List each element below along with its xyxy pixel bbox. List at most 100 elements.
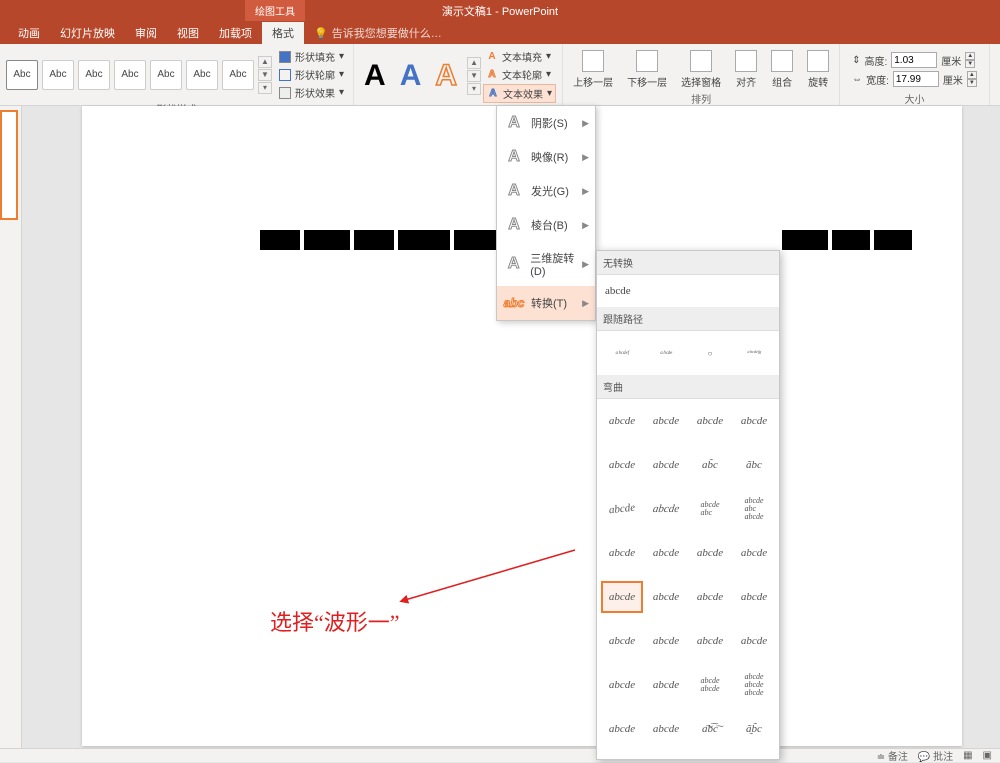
width-down[interactable]: ▼: [967, 79, 977, 87]
shape-selection[interactable]: [260, 230, 496, 250]
shape-outline-button[interactable]: 形状轮廓 ▾: [276, 66, 347, 83]
rotate-button[interactable]: 旋转: [803, 48, 833, 91]
warp-r9c3[interactable]: abcde: [689, 757, 731, 760]
shape-selection-right[interactable]: [782, 230, 912, 250]
view-normal-icon[interactable]: ▦: [963, 750, 972, 761]
text-effects-button[interactable]: A文本效果 ▾: [483, 84, 556, 103]
warp-r2c1[interactable]: abcde: [601, 449, 643, 481]
slide-thumbnail-1[interactable]: [0, 110, 18, 220]
warp-r2c3[interactable]: ab̃c: [689, 449, 731, 481]
tab-animation[interactable]: 动画: [8, 21, 50, 45]
warp-r6c3[interactable]: abcde: [689, 625, 731, 657]
warp-r4c4[interactable]: abcde: [733, 537, 775, 569]
height-down[interactable]: ▼: [965, 60, 975, 68]
transform-option-none[interactable]: abcde: [597, 275, 779, 307]
shape-style-2[interactable]: Abc: [42, 60, 74, 90]
group-button[interactable]: 组合: [767, 48, 797, 91]
view-sorter-icon[interactable]: ▣: [983, 750, 992, 761]
slide-thumbnails-panel[interactable]: [0, 106, 22, 748]
wordart-gallery[interactable]: A A A ▲▼▾: [360, 57, 481, 95]
align-button[interactable]: 对齐: [731, 48, 761, 91]
text-shape-part[interactable]: [874, 230, 912, 250]
text-fill-button[interactable]: A文本填充 ▾: [483, 48, 556, 65]
wordart-more[interactable]: ▲▼▾: [467, 57, 481, 95]
warp-r4c2[interactable]: abcde: [645, 537, 687, 569]
tell-me-search[interactable]: 💡 告诉我您想要做什么…: [314, 25, 442, 41]
shape-style-more[interactable]: ▲▼▾: [258, 56, 272, 94]
tab-format[interactable]: 格式: [262, 21, 304, 45]
fx-3drotation[interactable]: A三维旋转(D)▶: [497, 242, 595, 286]
shape-style-1[interactable]: Abc: [6, 60, 38, 90]
transform-path-1[interactable]: ᵃᵇᶜᵈᵉᶠ: [601, 337, 643, 369]
fx-transform[interactable]: abc转换(T)▶: [497, 286, 595, 320]
warp-r9c4[interactable]: abcde: [733, 757, 775, 760]
height-input[interactable]: [891, 52, 937, 68]
warp-r8c4[interactable]: ã̰b̃c: [733, 713, 775, 745]
fx-reflection[interactable]: A映像(R)▶: [497, 140, 595, 174]
warp-r3c4[interactable]: abcdeabcabcde: [733, 493, 775, 525]
shape-style-7[interactable]: Abc: [222, 60, 254, 90]
fx-glow[interactable]: A发光(G)▶: [497, 174, 595, 208]
text-outline-button[interactable]: A文本轮廓 ▾: [483, 66, 556, 83]
shape-style-3[interactable]: Abc: [78, 60, 110, 90]
warp-r6c2[interactable]: abcde: [645, 625, 687, 657]
transform-path-2[interactable]: ᵃᵇᶜᵈᵉ: [645, 337, 687, 369]
warp-r5c4[interactable]: abcde: [733, 581, 775, 613]
shape-style-5[interactable]: Abc: [150, 60, 182, 90]
warp-r3c2[interactable]: abcde: [643, 493, 689, 525]
warp-r8c3[interactable]: a͠b͠c͠: [689, 713, 731, 745]
shape-effects-button[interactable]: 形状效果 ▾: [276, 84, 347, 101]
warp-r2c2[interactable]: abcde: [645, 449, 687, 481]
warp-r7c2[interactable]: abcde: [645, 669, 687, 701]
warp-wave1[interactable]: abcde: [601, 581, 643, 613]
warp-r5c3[interactable]: abcde: [689, 581, 731, 613]
height-up[interactable]: ▲: [965, 52, 975, 60]
wordart-style-2[interactable]: A: [396, 59, 426, 93]
text-shape-part[interactable]: [398, 230, 450, 250]
warp-r1c2[interactable]: abcde: [645, 405, 687, 437]
send-backward-button[interactable]: 下移一层: [623, 48, 671, 91]
warp-r9c2[interactable]: abcde: [645, 757, 687, 760]
selection-pane-button[interactable]: 选择窗格: [677, 48, 725, 91]
warp-r1c3[interactable]: abcde: [689, 405, 731, 437]
warp-r7c1[interactable]: abcde: [601, 669, 643, 701]
tab-review[interactable]: 审阅: [125, 21, 167, 45]
warp-r3c3[interactable]: abcdeabc: [689, 493, 731, 525]
warp-r1c1[interactable]: abcde: [601, 405, 643, 437]
shape-style-gallery[interactable]: Abc Abc Abc Abc Abc Abc Abc ▲▼▾: [6, 56, 272, 94]
wordart-style-1[interactable]: A: [360, 59, 390, 93]
text-shape-part[interactable]: [454, 230, 496, 250]
warp-r6c1[interactable]: abcde: [601, 625, 643, 657]
warp-r4c1[interactable]: abcde: [601, 537, 643, 569]
fx-bevel[interactable]: A棱台(B)▶: [497, 208, 595, 242]
comments-button[interactable]: 💬 批注: [918, 748, 953, 763]
tab-view[interactable]: 视图: [167, 21, 209, 45]
fx-shadow[interactable]: A阴影(S)▶: [497, 106, 595, 140]
warp-r3c1[interactable]: abcde: [599, 491, 644, 527]
text-shape-part[interactable]: [260, 230, 300, 250]
bring-forward-button[interactable]: 上移一层: [569, 48, 617, 91]
text-shape-part[interactable]: [304, 230, 350, 250]
warp-r8c2[interactable]: abcde: [645, 713, 687, 745]
text-shape-part[interactable]: [782, 230, 828, 250]
shape-style-4[interactable]: Abc: [114, 60, 146, 90]
warp-r7c3[interactable]: abcdeabcde: [689, 669, 731, 701]
warp-r1c4[interactable]: abcde: [733, 405, 775, 437]
width-input[interactable]: [893, 71, 939, 87]
shape-fill-button[interactable]: 形状填充 ▾: [276, 48, 347, 65]
warp-r2c4[interactable]: ãbc: [733, 449, 775, 481]
text-shape-part[interactable]: [832, 230, 870, 250]
warp-r4c3[interactable]: abcde: [689, 537, 731, 569]
warp-r7c4[interactable]: abcdeabcdeabcde: [733, 669, 775, 701]
width-up[interactable]: ▲: [967, 71, 977, 79]
transform-path-4[interactable]: ᵃᵇᶜᵈᵉᶠᵍ: [733, 337, 775, 369]
warp-r6c4[interactable]: abcde: [733, 625, 775, 657]
height-control[interactable]: ⇕ 高度: 厘米 ▲▼: [852, 52, 977, 68]
warp-r8c1[interactable]: abcde: [601, 713, 643, 745]
wordart-style-3[interactable]: A: [431, 59, 461, 93]
text-shape-part[interactable]: [354, 230, 394, 250]
warp-r9c1[interactable]: abcde: [601, 757, 643, 760]
shape-style-6[interactable]: Abc: [186, 60, 218, 90]
tab-addins[interactable]: 加载项: [209, 21, 262, 45]
warp-r5c2[interactable]: abcde: [645, 581, 687, 613]
